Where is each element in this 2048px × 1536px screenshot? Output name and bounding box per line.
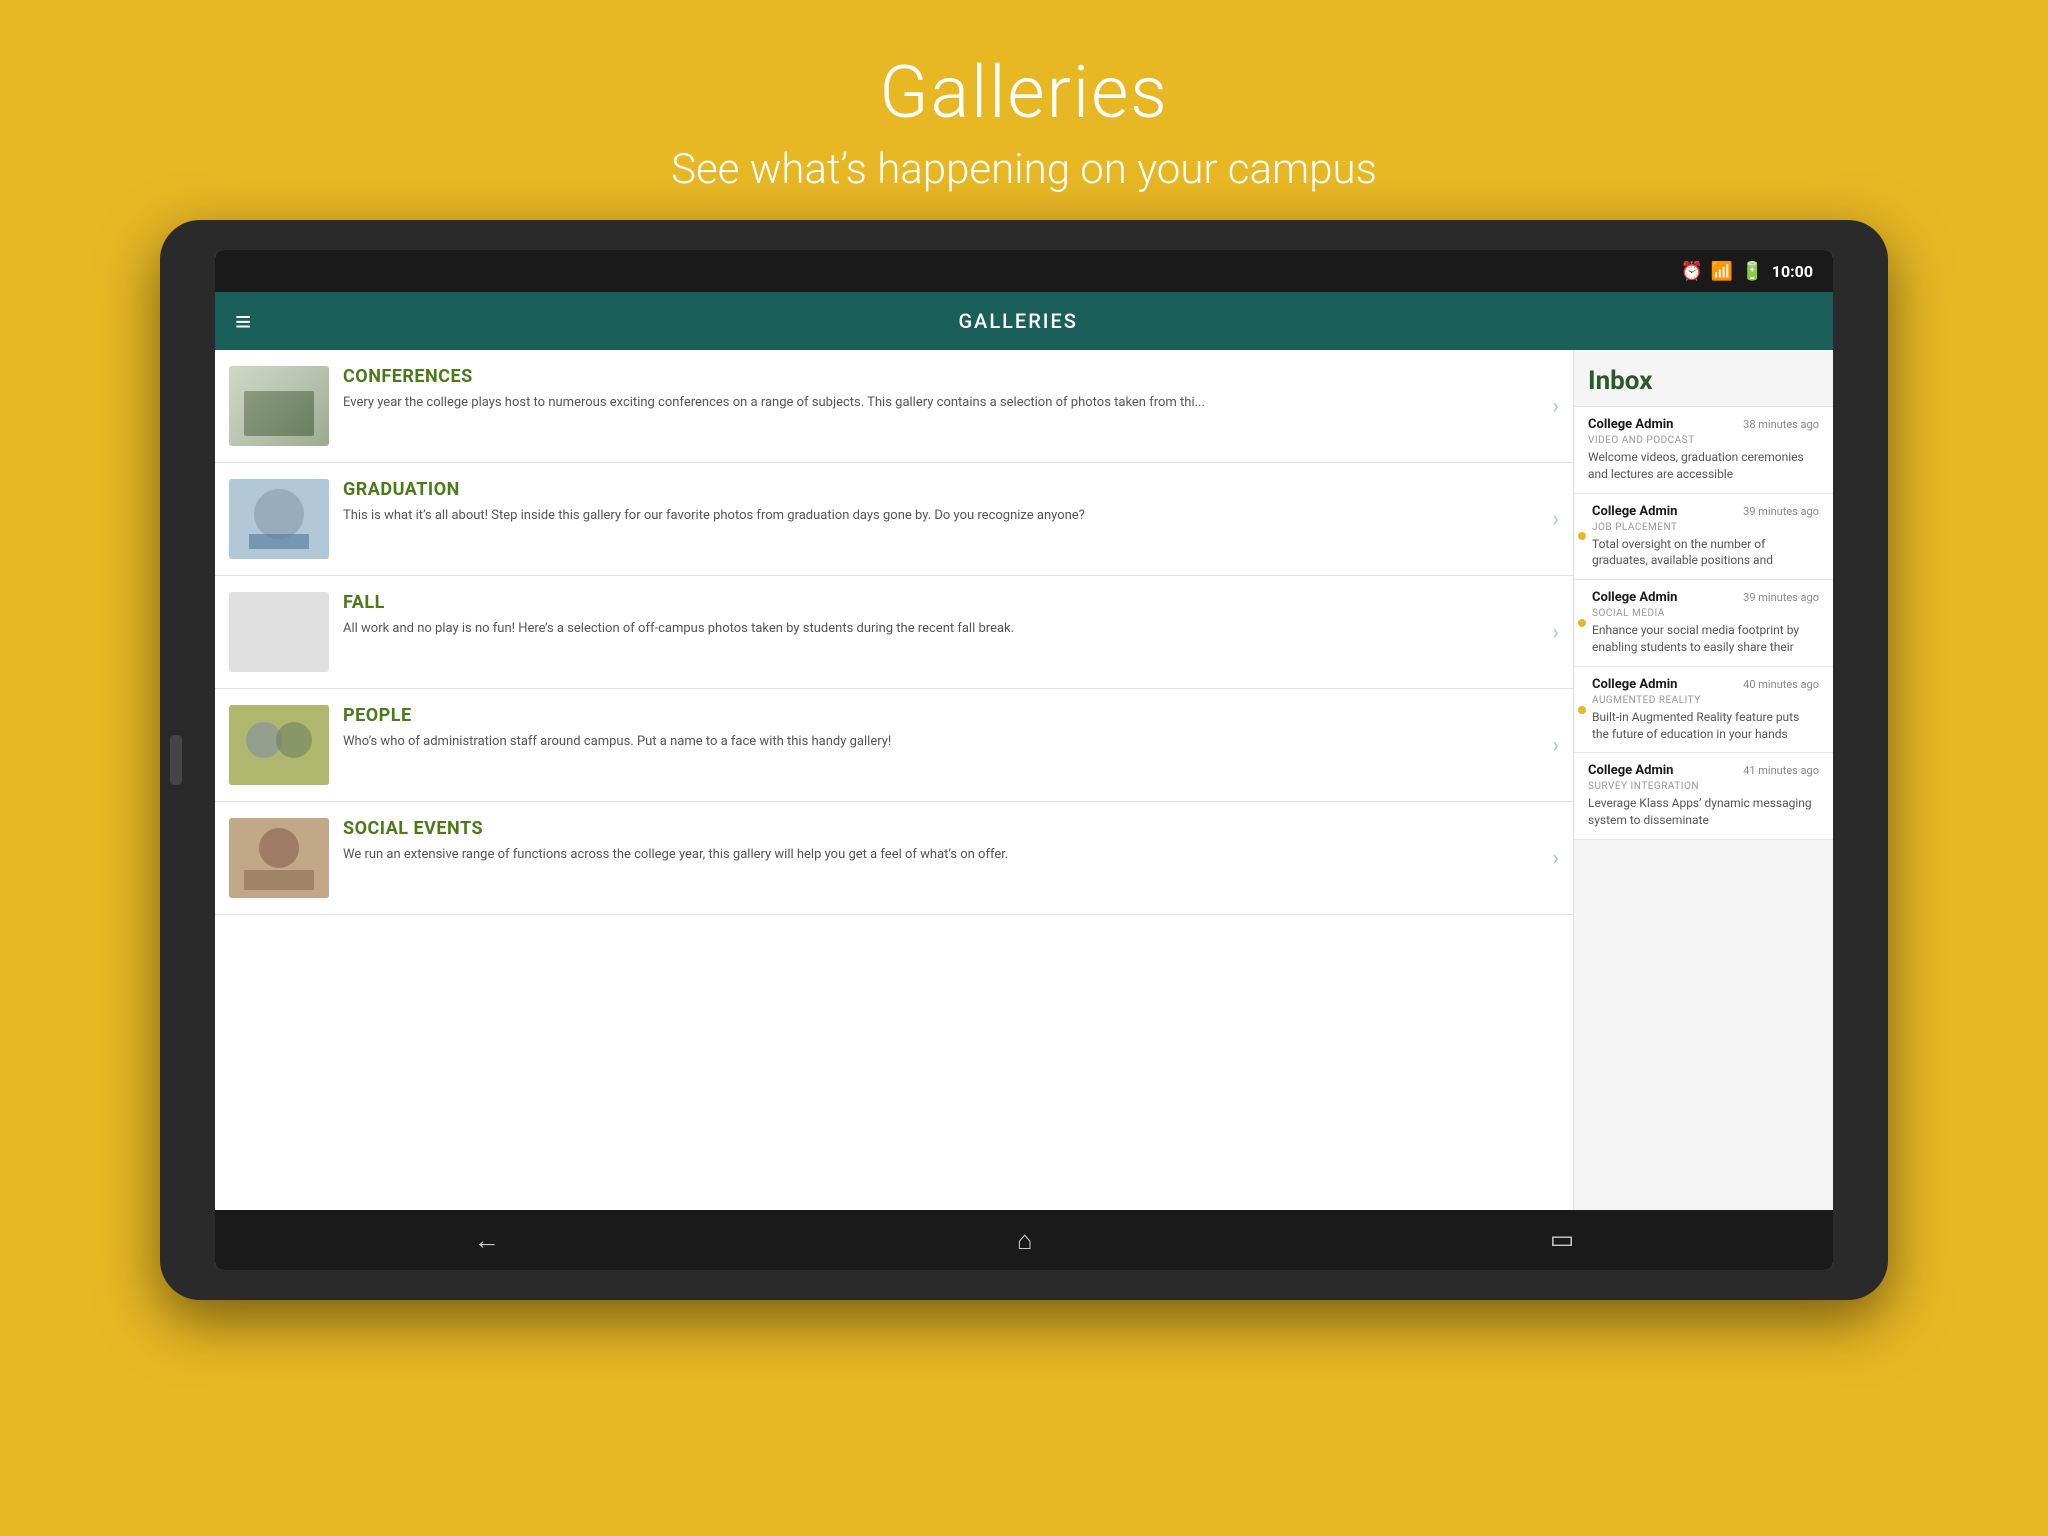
wifi-icon: 📶: [1711, 261, 1733, 282]
gallery-info-social: SOCIAL EVENTS We run an extensive range …: [329, 818, 1546, 865]
inbox-preview-1: Total oversight on the number of graduat…: [1592, 536, 1819, 570]
inbox-sender-1: College Admin: [1592, 504, 1677, 519]
arrow-icon-fall: ›: [1552, 620, 1559, 645]
gallery-item-people[interactable]: PEOPLE Who’s who of administration staff…: [215, 689, 1573, 802]
inbox-sender-2: College Admin: [1592, 590, 1677, 605]
gallery-desc-people: Who’s who of administration staff around…: [343, 732, 1532, 752]
inbox-category-4: SURVEY INTEGRATION: [1588, 781, 1819, 792]
unread-dot-2: [1578, 619, 1586, 627]
inbox-item-4-header: College Admin 41 minutes ago: [1588, 763, 1819, 778]
gallery-title-fall: FALL: [343, 592, 1532, 613]
alarm-icon: ⏰: [1681, 261, 1703, 282]
gallery-item-fall[interactable]: FALL All work and no play is no fun! Her…: [215, 576, 1573, 689]
inbox-time-2: 39 minutes ago: [1743, 591, 1819, 604]
hamburger-icon[interactable]: ≡: [235, 305, 251, 338]
inbox-item-4[interactable]: College Admin 41 minutes ago SURVEY INTE…: [1574, 753, 1833, 840]
arrow-icon-conferences: ›: [1552, 394, 1559, 419]
inbox-category-1: JOB PLACEMENT: [1592, 522, 1819, 533]
social-thumb-svg: [229, 818, 329, 898]
gallery-item-graduation[interactable]: GRADUATION This is what it’s all about! …: [215, 463, 1573, 576]
recent-button[interactable]: ▭: [1520, 1217, 1605, 1263]
gallery-desc-graduation: This is what it’s all about! Step inside…: [343, 506, 1532, 526]
home-button[interactable]: ⌂: [987, 1217, 1063, 1264]
gallery-desc-social: We run an extensive range of functions a…: [343, 845, 1532, 865]
gallery-title-conferences: CONFERENCES: [343, 366, 1532, 387]
unread-dot-3: [1578, 706, 1586, 714]
gallery-thumb-social: [229, 818, 329, 898]
main-content: CONFERENCES Every year the college plays…: [215, 350, 1833, 1210]
app-bar-title: GALLERIES: [271, 309, 1765, 333]
inbox-item-1[interactable]: College Admin 39 minutes ago JOB PLACEME…: [1574, 494, 1833, 581]
inbox-item-2[interactable]: College Admin 39 minutes ago SOCIAL MEDI…: [1574, 580, 1833, 667]
gallery-item-social-events[interactable]: SOCIAL EVENTS We run an extensive range …: [215, 802, 1573, 915]
gallery-thumb-fall: [229, 592, 329, 672]
gallery-title-people: PEOPLE: [343, 705, 1532, 726]
tablet-frame: ⏰ 📶 🔋 10:00 ≡ GALLERIES CONFERENCES Ever…: [160, 220, 1888, 1300]
gallery-item-conferences[interactable]: CONFERENCES Every year the college plays…: [215, 350, 1573, 463]
status-time: 10:00: [1772, 262, 1813, 281]
inbox-item-0-header: College Admin 38 minutes ago: [1588, 417, 1819, 432]
arrow-icon-people: ›: [1552, 733, 1559, 758]
inbox-item-0[interactable]: College Admin 38 minutes ago VIDEO AND P…: [1574, 407, 1833, 494]
gallery-info-conferences: CONFERENCES Every year the college plays…: [329, 366, 1546, 413]
arrow-icon-social: ›: [1552, 846, 1559, 871]
status-icons: ⏰ 📶 🔋 10:00: [1681, 261, 1814, 282]
inbox-sender-4: College Admin: [1588, 763, 1673, 778]
inbox-time-0: 38 minutes ago: [1743, 418, 1819, 431]
status-bar: ⏰ 📶 🔋 10:00: [215, 250, 1833, 292]
inbox-item-2-header: College Admin 39 minutes ago: [1592, 590, 1819, 605]
inbox-item-3[interactable]: College Admin 40 minutes ago AUGMENTED R…: [1574, 667, 1833, 754]
page-title: Galleries: [0, 50, 2048, 135]
gallery-title-graduation: GRADUATION: [343, 479, 1532, 500]
gallery-title-social: SOCIAL EVENTS: [343, 818, 1532, 839]
gallery-info-fall: FALL All work and no play is no fun! Her…: [329, 592, 1546, 639]
inbox-preview-3: Built-in Augmented Reality feature puts …: [1592, 709, 1819, 743]
inbox-time-1: 39 minutes ago: [1743, 505, 1819, 518]
battery-icon: 🔋: [1741, 261, 1763, 282]
inbox-header: Inbox: [1574, 350, 1833, 407]
graduation-thumb-svg: [229, 479, 329, 559]
gallery-list: CONFERENCES Every year the college plays…: [215, 350, 1573, 1210]
unread-dot-1: [1578, 532, 1586, 540]
inbox-preview-2: Enhance your social media footprint by e…: [1592, 622, 1819, 656]
gallery-thumb-conferences: [229, 366, 329, 446]
inbox-preview-0: Welcome videos, graduation ceremonies an…: [1588, 449, 1819, 483]
people-thumb-svg: [229, 705, 329, 785]
gallery-desc-fall: All work and no play is no fun! Here’s a…: [343, 619, 1532, 639]
inbox-item-3-header: College Admin 40 minutes ago: [1592, 677, 1819, 692]
back-button[interactable]: ←: [444, 1217, 530, 1264]
inbox-category-3: AUGMENTED REALITY: [1592, 695, 1819, 706]
inbox-sender-3: College Admin: [1592, 677, 1677, 692]
page-header: Galleries See what’s happening on your c…: [0, 0, 2048, 224]
inbox-time-3: 40 minutes ago: [1743, 678, 1819, 691]
inbox-category-2: SOCIAL MEDIA: [1592, 608, 1819, 619]
tablet-side-button: [170, 735, 182, 785]
gallery-info-people: PEOPLE Who’s who of administration staff…: [329, 705, 1546, 752]
gallery-thumb-graduation: [229, 479, 329, 559]
inbox-item-1-header: College Admin 39 minutes ago: [1592, 504, 1819, 519]
gallery-info-graduation: GRADUATION This is what it’s all about! …: [329, 479, 1546, 526]
inbox-sender-0: College Admin: [1588, 417, 1673, 432]
inbox-time-4: 41 minutes ago: [1743, 764, 1819, 777]
inbox-category-0: VIDEO AND PODCAST: [1588, 435, 1819, 446]
tablet-screen: ⏰ 📶 🔋 10:00 ≡ GALLERIES CONFERENCES Ever…: [215, 250, 1833, 1270]
bottom-nav: ← ⌂ ▭: [215, 1210, 1833, 1270]
page-subtitle: See what’s happening on your campus: [0, 145, 2048, 194]
gallery-desc-conferences: Every year the college plays host to num…: [343, 393, 1532, 413]
app-bar: ≡ GALLERIES: [215, 292, 1833, 350]
gallery-thumb-people: [229, 705, 329, 785]
arrow-icon-graduation: ›: [1552, 507, 1559, 532]
inbox-panel: Inbox College Admin 38 minutes ago VIDEO…: [1573, 350, 1833, 1210]
inbox-preview-4: Leverage Klass Apps’ dynamic messaging s…: [1588, 795, 1819, 829]
